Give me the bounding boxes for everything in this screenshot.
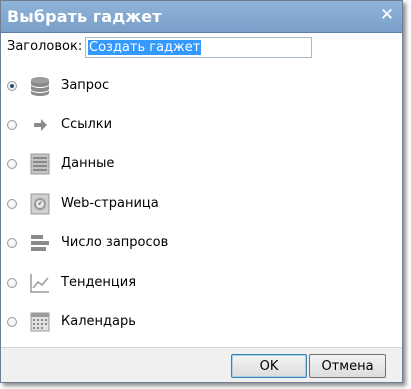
- bar-list-icon: [29, 232, 51, 254]
- arrow-right-icon: [29, 114, 51, 136]
- header-input-value: Создать гаджет: [88, 40, 202, 55]
- gadget-label: Тенденция: [61, 275, 137, 290]
- gadget-option-links[interactable]: Ссылки: [1, 112, 402, 142]
- close-icon[interactable]: ✕: [378, 5, 396, 25]
- gadget-label: Web-страница: [61, 196, 159, 211]
- dialog-title: Выбрать гаджет: [7, 7, 162, 26]
- trend-chart-icon: [29, 272, 51, 294]
- web-page-icon: [29, 193, 51, 215]
- document-icon: [29, 153, 51, 175]
- gadget-option-trend[interactable]: Тенденция: [1, 270, 402, 300]
- header-input[interactable]: Создать гаджет: [85, 37, 312, 58]
- radio-trend[interactable]: [7, 278, 17, 288]
- gadget-label: Запрос: [61, 78, 110, 93]
- radio-data[interactable]: [7, 159, 17, 169]
- gadget-option-query[interactable]: Запрос: [1, 73, 402, 103]
- radio-calendar[interactable]: [7, 317, 17, 327]
- radio-web-page[interactable]: [7, 199, 17, 209]
- radio-links[interactable]: [7, 120, 17, 130]
- choose-gadget-dialog: Выбрать гаджет ✕ Заголовок: Создать гадж…: [0, 0, 403, 383]
- gadget-label: Календарь: [61, 314, 136, 329]
- gadget-option-web-page[interactable]: Web-страница: [1, 191, 402, 221]
- gadget-label: Ссылки: [61, 117, 113, 132]
- radio-query[interactable]: [7, 81, 17, 91]
- ok-button[interactable]: OK: [231, 354, 307, 378]
- header-label: Заголовок:: [7, 39, 83, 54]
- dialog-footer: OK Отмена: [1, 347, 402, 382]
- gadget-label: Число запросов: [61, 235, 169, 250]
- calendar-icon: [29, 311, 51, 333]
- database-icon: [29, 75, 51, 97]
- cancel-button[interactable]: Отмена: [309, 354, 386, 378]
- gadget-option-calendar[interactable]: Календарь: [1, 309, 402, 339]
- title-bar: Выбрать гаджет ✕: [1, 1, 402, 33]
- gadget-option-data[interactable]: Данные: [1, 151, 402, 181]
- gadget-option-query-count[interactable]: Число запросов: [1, 230, 402, 260]
- gadget-label: Данные: [61, 156, 115, 171]
- radio-query-count[interactable]: [7, 238, 17, 248]
